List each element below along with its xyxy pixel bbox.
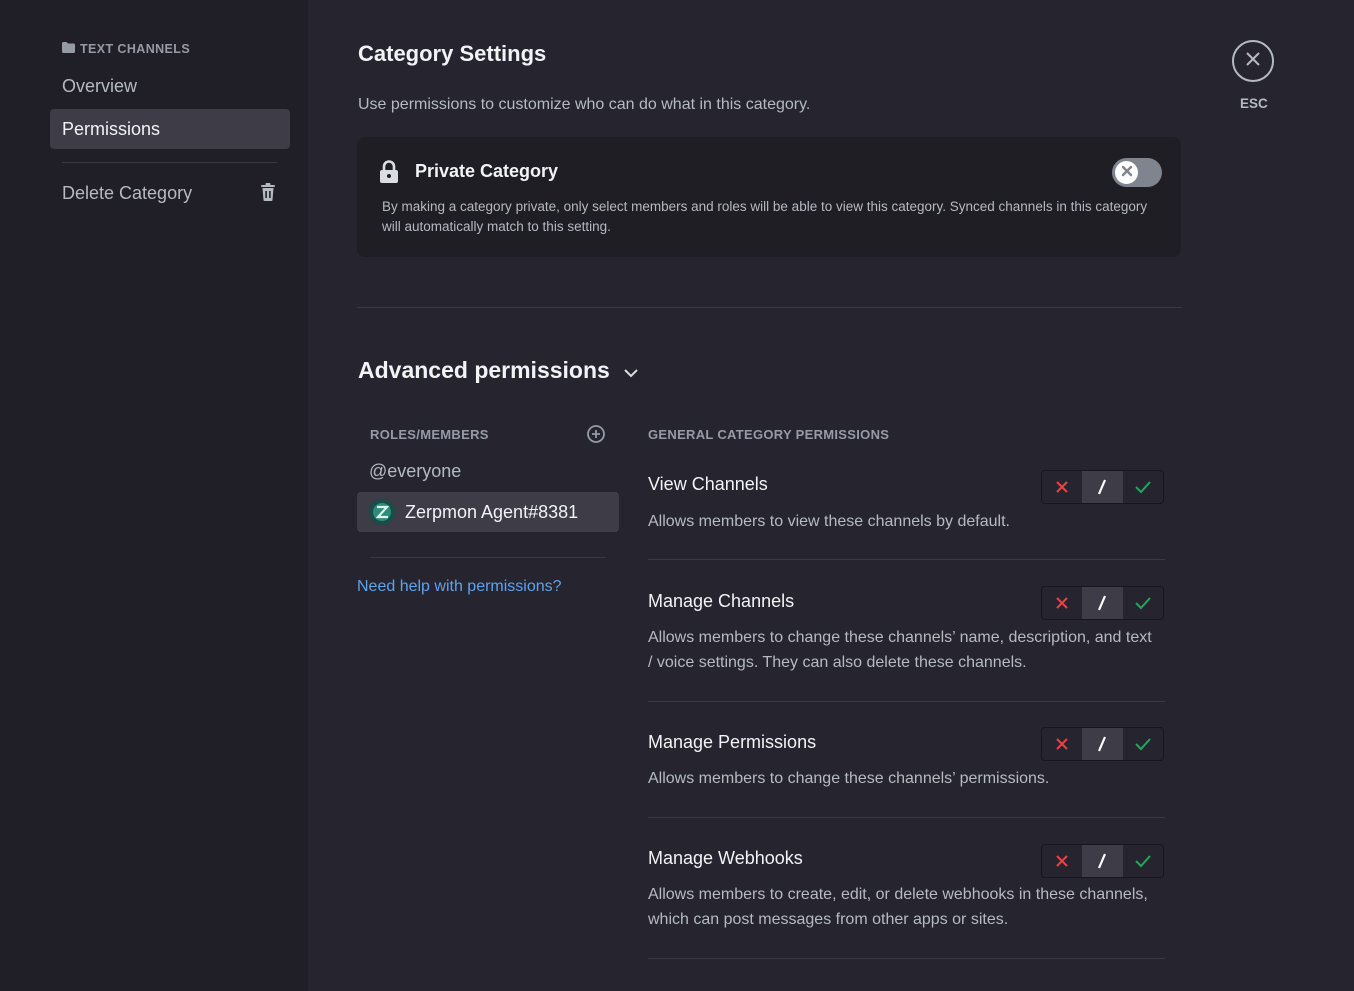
slash-icon (1098, 479, 1107, 495)
private-category-title: Private Category (415, 161, 559, 181)
sidebar-item-label: Permissions (62, 118, 161, 139)
permissions-header: GENERAL CATEGORY PERMISSIONS (648, 427, 890, 442)
allow-button[interactable] (1123, 845, 1163, 877)
check-icon (1135, 481, 1151, 494)
section-divider (357, 307, 1182, 308)
close-icon (1245, 51, 1261, 72)
private-category-toggle[interactable] (1112, 158, 1162, 187)
permission-title: Manage Channels (648, 591, 795, 611)
advanced-permissions-title: Advanced permissions (358, 357, 610, 383)
slash-icon (1098, 736, 1107, 752)
sidebar-item-permissions[interactable]: Permissions (50, 109, 290, 149)
sidebar-header: TEXT CHANNELS (62, 42, 190, 56)
x-icon (1056, 597, 1068, 609)
permission-tristate (1041, 470, 1164, 504)
sidebar-item-delete-category[interactable]: Delete Category (50, 173, 290, 213)
permission-title: View Channels (648, 474, 768, 494)
permission-description: Allows members to view these channels by… (648, 513, 1010, 530)
check-icon (1135, 597, 1151, 610)
page-title: Category Settings (358, 41, 547, 66)
sidebar-divider (62, 162, 277, 163)
neutral-button[interactable] (1082, 471, 1123, 503)
page-description: Use permissions to customize who can do … (358, 96, 811, 113)
permission-tristate (1041, 844, 1164, 878)
permission-title: Manage Permissions (648, 732, 817, 752)
permission-divider (648, 701, 1165, 702)
permission-description: Allows members to change these channels’… (648, 629, 1152, 671)
deny-button[interactable] (1042, 471, 1082, 503)
private-category-description: By making a category private, only selec… (382, 199, 1148, 234)
permission-tristate (1041, 586, 1164, 620)
permission-divider (648, 958, 1165, 959)
sidebar-header-label: TEXT CHANNELS (80, 42, 191, 56)
sidebar-item-label: Overview (62, 75, 138, 96)
slash-icon (1098, 595, 1107, 611)
trash-icon (260, 183, 276, 206)
x-icon (1056, 481, 1068, 493)
role-item-everyone[interactable]: @everyone (357, 451, 619, 491)
neutral-button[interactable] (1082, 845, 1123, 877)
member-label: Zerpmon Agent#8381 (405, 501, 579, 522)
allow-button[interactable] (1123, 728, 1163, 760)
permission-divider (648, 559, 1165, 560)
permission-divider (648, 817, 1165, 818)
esc-label: ESC (1240, 96, 1268, 111)
x-icon (1056, 855, 1068, 867)
member-item-zerpmon-agent[interactable]: Zerpmon Agent#8381 (357, 492, 619, 532)
lock-icon (379, 160, 399, 189)
roles-members-header: ROLES/MEMBERS (370, 427, 489, 442)
deny-button[interactable] (1042, 587, 1082, 619)
neutral-button[interactable] (1082, 587, 1123, 619)
close-button[interactable] (1232, 40, 1274, 82)
slash-icon (1098, 853, 1107, 869)
deny-button[interactable] (1042, 845, 1082, 877)
folder-icon (62, 42, 75, 56)
help-permissions-link[interactable]: Need help with permissions? (357, 578, 562, 596)
toggle-knob (1115, 161, 1138, 184)
close-icon (1121, 164, 1133, 182)
neutral-button[interactable] (1082, 728, 1123, 760)
check-icon (1135, 855, 1151, 868)
role-label: @everyone (369, 460, 462, 481)
roles-divider (370, 557, 606, 558)
private-category-card: Private Category By making a category pr… (357, 137, 1181, 257)
allow-button[interactable] (1123, 471, 1163, 503)
settings-sidebar: TEXT CHANNELS Overview Permissions Delet… (0, 0, 308, 991)
check-icon (1135, 738, 1151, 751)
allow-button[interactable] (1123, 587, 1163, 619)
deny-button[interactable] (1042, 728, 1082, 760)
permission-description: Allows members to create, edit, or delet… (648, 886, 1148, 928)
sidebar-item-label: Delete Category (62, 182, 193, 203)
permission-title: Manage Webhooks (648, 848, 803, 868)
permission-tristate (1041, 727, 1164, 761)
chevron-down-icon[interactable] (622, 366, 640, 385)
permission-description: Allows members to change these channels’… (648, 770, 1050, 787)
avatar (369, 499, 395, 525)
add-role-icon[interactable] (586, 424, 606, 449)
x-icon (1056, 738, 1068, 750)
sidebar-item-overview[interactable]: Overview (50, 66, 290, 106)
